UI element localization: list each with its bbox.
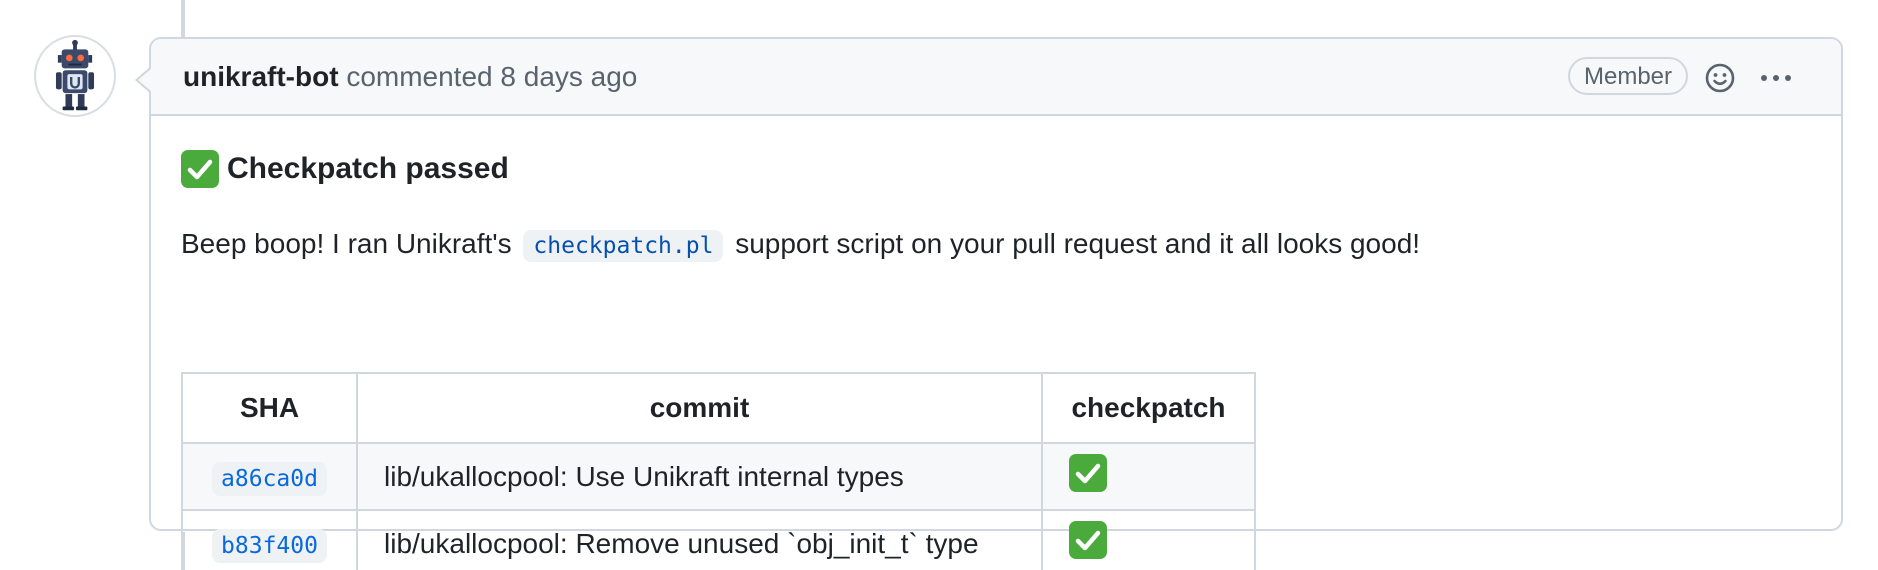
table-cell-sha: a86ca0d [181,442,358,511]
comment-header-text: unikraft-bot commented 8 days ago [183,59,637,95]
check-mark-button-emoji [1069,454,1107,492]
check-mark-button-emoji [181,150,219,188]
robot-avatar-graphic [55,39,95,111]
inline-code-checkpatch: checkpatch.pl [523,230,724,262]
check-mark-graphic [1075,463,1101,484]
comment-box: unikraft-bot commented 8 days ago Member [135,37,1843,570]
robot-avatar-icon[interactable] [34,35,116,117]
comment-action: commented [346,61,493,92]
check-mark-graphic [1075,530,1101,551]
table-row: a86ca0d lib/ukallocpool: Use Unikraft in… [181,442,1256,511]
checkpatch-results-table: SHA commit checkpatch a86ca0d lib/ukallo… [181,372,1256,570]
table-header-row: SHA commit checkpatch [181,372,1256,444]
paragraph-text-after: support script on your pull request and … [735,228,1421,259]
comment-paragraph: Beep boop! I ran Unikraft's checkpatch.p… [181,224,1420,266]
comment-pointer-fill [138,68,152,92]
member-badge: Member [1568,57,1689,95]
check-mark-graphic [187,159,213,180]
timeline-stage: unikraft-bot commented 8 days ago Member [0,0,1878,570]
comment-heading-text: Checkpatch passed [227,152,509,185]
table-row: b83f400 lib/ukallocpool: Remove unused `… [181,509,1256,570]
author-link[interactable]: unikraft-bot [183,61,339,92]
comment-header: unikraft-bot commented 8 days ago Member [135,39,1841,116]
paragraph-text-before: Beep boop! I ran Unikraft's [181,228,512,259]
commit-sha-link[interactable]: b83f400 [212,528,327,563]
table-cell-commit: lib/ukallocpool: Remove unused `obj_init… [356,509,1043,570]
timestamp-link[interactable]: 8 days ago [500,61,637,92]
comment-heading: Checkpatch passed [181,149,509,189]
check-mark-button-emoji [1069,521,1107,559]
commit-sha-link[interactable]: a86ca0d [212,461,327,496]
table-cell-checkpatch [1041,509,1256,570]
kebab-icon-graphic [1761,75,1791,81]
timeline-line-top [181,0,185,38]
kebab-icon[interactable] [1757,59,1795,97]
smiley-icon-graphic [1705,63,1735,93]
table-cell-sha: b83f400 [181,509,358,570]
table-cell-checkpatch [1041,442,1256,511]
smiley-icon[interactable] [1701,59,1739,97]
table-header-checkpatch: checkpatch [1041,372,1256,444]
table-header-sha: SHA [181,372,358,444]
table-cell-commit: lib/ukallocpool: Use Unikraft internal t… [356,442,1043,511]
table-header-commit: commit [356,372,1043,444]
